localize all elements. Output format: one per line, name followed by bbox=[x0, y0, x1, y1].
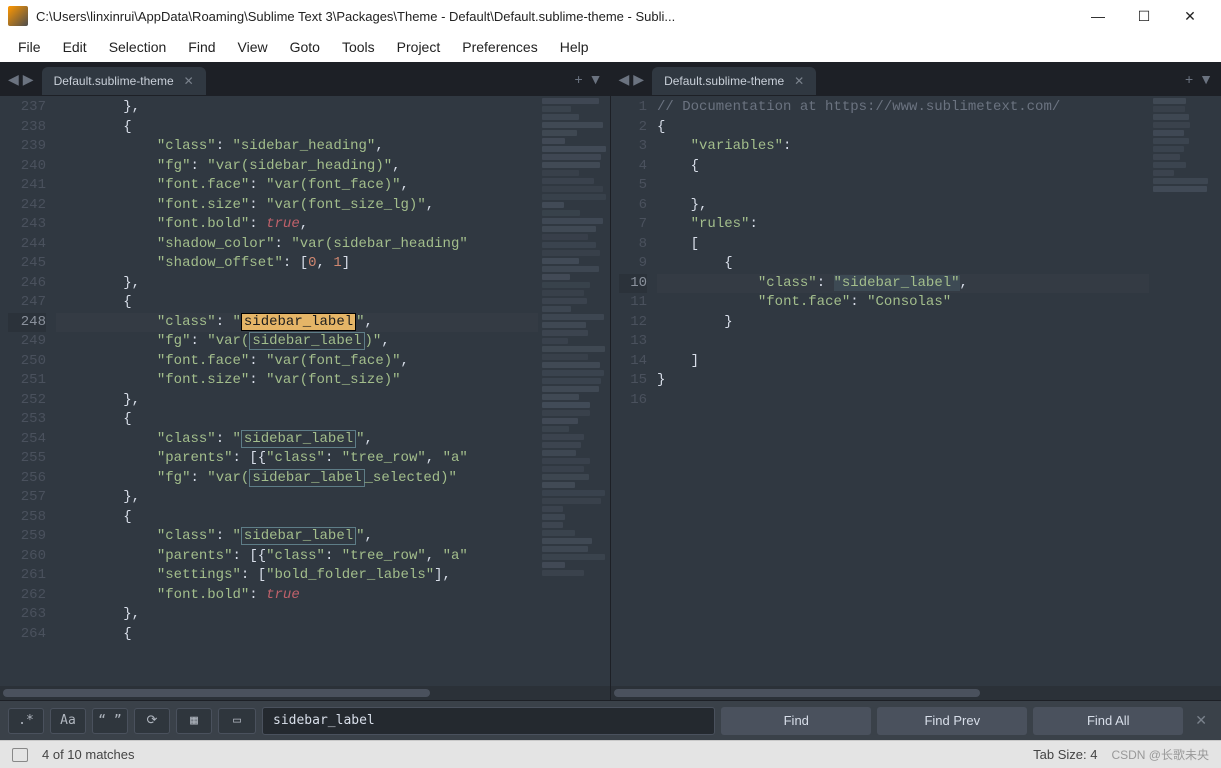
app-icon bbox=[8, 6, 28, 26]
close-icon[interactable]: ✕ bbox=[184, 74, 194, 88]
find-prev-button[interactable]: Find Prev bbox=[877, 707, 1027, 735]
status-bar: 4 of 10 matches Tab Size: 4 CSDN @长歌未央 bbox=[0, 740, 1221, 768]
menu-file[interactable]: File bbox=[8, 35, 51, 59]
watermark: CSDN @长歌未央 bbox=[1111, 746, 1209, 763]
menu-bar: File Edit Selection Find View Goto Tools… bbox=[0, 32, 1221, 62]
tab-default-theme-left[interactable]: Default.sublime-theme ✕ bbox=[42, 67, 206, 95]
nav-fwd-icon[interactable]: ▶ bbox=[631, 69, 646, 90]
nav-back-icon[interactable]: ◀ bbox=[6, 69, 21, 90]
right-gutter: 12345678910111213141516 bbox=[611, 96, 657, 686]
minimap[interactable] bbox=[1149, 96, 1221, 686]
minimize-button[interactable]: — bbox=[1075, 1, 1121, 31]
tab-nav-arrows: ◀ ▶ bbox=[0, 69, 42, 90]
nav-back-icon[interactable]: ◀ bbox=[617, 69, 632, 90]
menu-help[interactable]: Help bbox=[550, 35, 599, 59]
find-word-toggle[interactable]: “ ” bbox=[92, 708, 128, 734]
find-case-toggle[interactable]: Aa bbox=[50, 708, 86, 734]
find-panel: .* Aa “ ” ⟳ ▦ ▭ Find Find Prev Find All … bbox=[0, 700, 1221, 740]
tab-label: Default.sublime-theme bbox=[54, 74, 174, 88]
close-icon[interactable]: ✕ bbox=[794, 74, 804, 88]
window-title: C:\Users\linxinrui\AppData\Roaming\Subli… bbox=[36, 9, 1075, 24]
editor-area: 2372382392402412422432442452462472482492… bbox=[0, 96, 1221, 700]
panel-icon[interactable] bbox=[12, 748, 28, 762]
hscroll[interactable] bbox=[0, 686, 610, 700]
maximize-button[interactable]: ☐ bbox=[1121, 1, 1167, 31]
menu-goto[interactable]: Goto bbox=[280, 35, 330, 59]
left-editor[interactable]: 2372382392402412422432442452462472482492… bbox=[0, 96, 610, 686]
title-bar: C:\Users\linxinrui\AppData\Roaming\Subli… bbox=[0, 0, 1221, 32]
hscroll[interactable] bbox=[611, 686, 1221, 700]
new-tab-icon[interactable]: + bbox=[1185, 71, 1193, 87]
right-pane-tabs: ◀ ▶ Default.sublime-theme ✕ + ▼ bbox=[611, 62, 1221, 96]
find-all-button[interactable]: Find All bbox=[1033, 707, 1183, 735]
find-wrap-toggle[interactable]: ⟳ bbox=[134, 708, 170, 734]
find-highlight-toggle[interactable]: ▭ bbox=[218, 708, 256, 734]
hscroll-thumb[interactable] bbox=[614, 689, 980, 697]
find-input[interactable] bbox=[262, 707, 715, 735]
tab-nav-arrows: ◀ ▶ bbox=[611, 69, 653, 90]
close-button[interactable]: ✕ bbox=[1167, 1, 1213, 31]
tab-actions-right: + ▼ bbox=[1177, 71, 1221, 87]
window-controls: — ☐ ✕ bbox=[1075, 1, 1213, 31]
left-code[interactable]: }, { "class": "sidebar_heading", "fg": "… bbox=[56, 96, 538, 686]
menu-selection[interactable]: Selection bbox=[99, 35, 177, 59]
menu-view[interactable]: View bbox=[228, 35, 278, 59]
minimap[interactable] bbox=[538, 96, 610, 686]
right-editor[interactable]: 12345678910111213141516 // Documentation… bbox=[611, 96, 1221, 686]
tab-overflow-icon[interactable]: ▼ bbox=[1199, 71, 1213, 87]
tab-label: Default.sublime-theme bbox=[664, 74, 784, 88]
menu-preferences[interactable]: Preferences bbox=[452, 35, 547, 59]
tab-default-theme-right[interactable]: Default.sublime-theme ✕ bbox=[652, 67, 816, 95]
status-tab-size[interactable]: Tab Size: 4 bbox=[1033, 747, 1097, 762]
menu-edit[interactable]: Edit bbox=[53, 35, 97, 59]
nav-fwd-icon[interactable]: ▶ bbox=[21, 69, 36, 90]
left-pane-tabs: ◀ ▶ Default.sublime-theme ✕ + ▼ bbox=[0, 62, 611, 96]
right-pane: 12345678910111213141516 // Documentation… bbox=[611, 96, 1221, 700]
find-selection-toggle[interactable]: ▦ bbox=[176, 708, 212, 734]
status-matches: 4 of 10 matches bbox=[42, 747, 135, 762]
hscroll-thumb[interactable] bbox=[3, 689, 430, 697]
left-gutter: 2372382392402412422432442452462472482492… bbox=[0, 96, 56, 686]
find-close-icon[interactable]: ✕ bbox=[1189, 712, 1213, 729]
tab-actions-left: + ▼ bbox=[566, 71, 610, 87]
new-tab-icon[interactable]: + bbox=[574, 71, 582, 87]
menu-project[interactable]: Project bbox=[387, 35, 451, 59]
menu-tools[interactable]: Tools bbox=[332, 35, 385, 59]
menu-find[interactable]: Find bbox=[178, 35, 225, 59]
tab-overflow-icon[interactable]: ▼ bbox=[589, 71, 603, 87]
tabs-row: ◀ ▶ Default.sublime-theme ✕ + ▼ ◀ ▶ Defa… bbox=[0, 62, 1221, 96]
left-pane: 2372382392402412422432442452462472482492… bbox=[0, 96, 611, 700]
find-regex-toggle[interactable]: .* bbox=[8, 708, 44, 734]
find-button[interactable]: Find bbox=[721, 707, 871, 735]
right-code[interactable]: // Documentation at https://www.sublimet… bbox=[657, 96, 1149, 686]
